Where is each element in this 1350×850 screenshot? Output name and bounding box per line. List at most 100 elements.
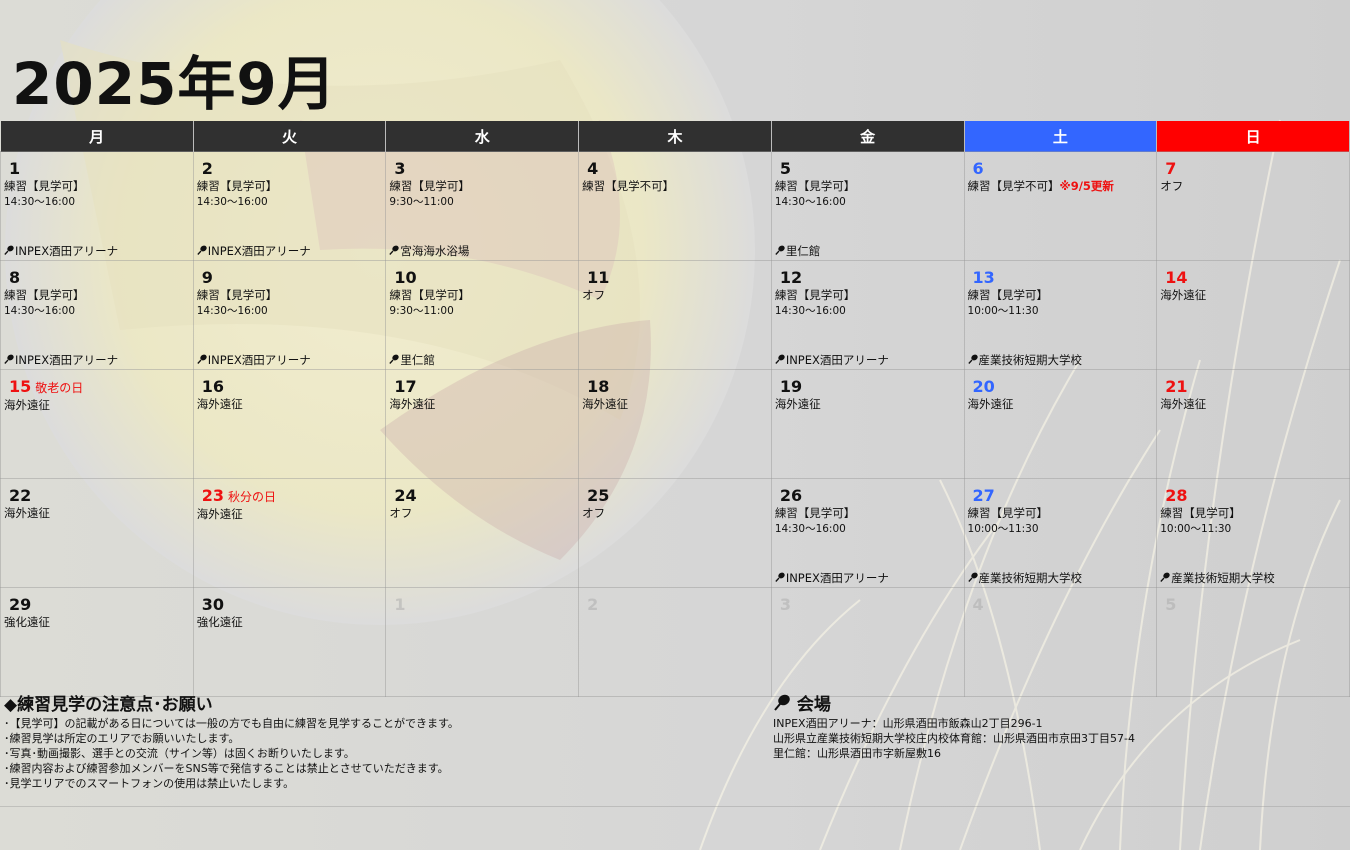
note-line: ･【見学可】の記載がある日については一般の方でも自由に練習を見学することができま… xyxy=(4,717,459,730)
venues-heading-text: 会場 xyxy=(796,695,831,715)
day-cell: 19 海外遠征 xyxy=(770,369,965,479)
event-time: 14:30〜16:00 xyxy=(196,196,268,208)
day-cell: 5 xyxy=(1156,587,1350,697)
day-cell: 22 海外遠征 xyxy=(0,478,194,588)
pin-icon xyxy=(4,354,14,364)
pin-icon xyxy=(389,354,400,364)
holiday-label: 秋分の日 xyxy=(227,490,276,504)
event-label: 練習【見学可】 xyxy=(4,179,85,193)
event-label: 海外遠征 xyxy=(4,506,50,520)
update-note: ※9/5更新 xyxy=(1059,179,1114,193)
event-venue: INPEX酒田アリーナ xyxy=(775,571,889,585)
day-number: 2 xyxy=(201,159,213,178)
footer-divider xyxy=(0,806,1350,807)
event-venue: INPEX酒田アリーナ xyxy=(4,244,118,258)
day-number: 26 xyxy=(779,486,803,505)
event-label: 練習【見学可】 xyxy=(774,288,856,302)
day-cell: 2 練習【見学可】 14:30〜16:00 INPEX酒田アリーナ xyxy=(192,151,387,261)
day-number: 7 xyxy=(1165,159,1177,178)
event-label: 海外遠征 xyxy=(774,397,821,411)
day-cell: 6 練習【見学不可】※9/5更新 xyxy=(963,151,1158,261)
day-cell: 14 海外遠征 xyxy=(1156,260,1350,370)
event-label: 練習【見学可】 xyxy=(774,179,856,193)
event-label: オフ xyxy=(582,506,606,520)
day-cell: 1 練習【見学可】 14:30〜16:00 INPEX酒田アリーナ xyxy=(0,151,194,261)
page-title: 2025年9月 xyxy=(12,50,337,118)
event-venue: 産業技術短期大学校 xyxy=(967,353,1082,367)
day-number: 5 xyxy=(1165,595,1177,614)
day-cell: 16 海外遠征 xyxy=(192,369,387,479)
pin-icon xyxy=(197,245,207,255)
event-label: オフ xyxy=(1160,179,1184,193)
day-number: 14 xyxy=(1165,268,1188,287)
event-label: 強化遠征 xyxy=(196,615,243,629)
calendar-grid: 月 火 水 木 金 土 日 1 練習【見学可】 14:30〜16:00 INPEX酒田… xyxy=(0,121,1350,697)
holiday-label: 敬老の日 xyxy=(35,381,84,395)
event-time: 9:30〜11:00 xyxy=(389,196,454,208)
event-time: 14:30〜16:00 xyxy=(774,523,846,535)
event-venue: INPEX酒田アリーナ xyxy=(4,353,118,367)
event-time: 14:30〜16:00 xyxy=(196,305,268,317)
pin-icon xyxy=(389,245,400,255)
event-label: 海外遠征 xyxy=(4,398,50,412)
day-number: 12 xyxy=(779,268,803,287)
day-cell: 29 強化遠征 xyxy=(0,587,194,697)
event-label: 練習【見学不可】 xyxy=(582,179,675,193)
day-cell: 28 練習【見学可】 10:00〜11:30 産業技術短期大学校 xyxy=(1156,478,1350,588)
pin-icon xyxy=(197,354,207,364)
day-number: 24 xyxy=(394,486,417,505)
weekday-thursday: 木 xyxy=(578,121,772,152)
pin-icon xyxy=(1160,572,1170,582)
week-row: 1 練習【見学可】 14:30〜16:00 INPEX酒田アリーナ 2 練習【見学可】 14… xyxy=(0,151,1350,261)
event-label: 練習【見学不可】※9/5更新 xyxy=(967,179,1114,193)
day-cell: 1 xyxy=(385,587,580,697)
day-cell: 3 練習【見学可】 9:30〜11:00 宮海海水浴場 xyxy=(385,151,580,261)
event-label: 練習【見学可】 xyxy=(389,179,470,193)
day-cell: 5 練習【見学可】 14:30〜16:00 里仁館 xyxy=(770,151,965,261)
day-number: 30 xyxy=(201,595,224,614)
day-cell: 21 海外遠征 xyxy=(1156,369,1350,479)
event-label: 海外遠征 xyxy=(196,397,243,411)
day-cell: 27 練習【見学可】 10:00〜11:30 産業技術短期大学校 xyxy=(963,478,1158,588)
day-number: 16 xyxy=(201,377,224,396)
venue-line: INPEX酒田アリーナ：山形県酒田市飯森山2丁目296-1 xyxy=(773,717,1043,730)
venue-line: 山形県立産業技術短期大学校庄内校体育館：山形県酒田市京田3丁目57-4 xyxy=(773,732,1135,745)
day-number: 10 xyxy=(394,268,417,287)
event-label: 練習【見学可】 xyxy=(774,506,856,520)
weekday-friday: 金 xyxy=(771,121,965,152)
day-number: 9 xyxy=(201,268,213,287)
day-number: 27 xyxy=(972,486,995,505)
event-time: 14:30〜16:00 xyxy=(774,305,846,317)
day-number: 2 xyxy=(587,595,599,614)
day-cell: 8 練習【見学可】 14:30〜16:00 INPEX酒田アリーナ xyxy=(0,260,194,370)
event-time: 10:00〜11:30 xyxy=(967,305,1039,317)
weekday-sunday: 日 xyxy=(1156,121,1350,152)
event-label: 強化遠征 xyxy=(4,615,50,629)
weekday-header-row: 月 火 水 木 金 土 日 xyxy=(0,121,1350,152)
week-row: 22 海外遠征 23 秋分の日 海外遠征 24 オフ 25 オフ 26 練習【見学可】 14:30〜1… xyxy=(0,478,1350,588)
event-venue: 宮海海水浴場 xyxy=(389,244,469,258)
day-number: 29 xyxy=(9,595,32,614)
event-venue: 里仁館 xyxy=(775,244,820,258)
event-venue: 産業技術短期大学校 xyxy=(967,571,1082,585)
day-cell: 25 オフ xyxy=(578,478,772,588)
day-number: 28 xyxy=(1165,486,1188,505)
venues-section: 会場 INPEX酒田アリーナ：山形県酒田市飯森山2丁目296-1 山形県立産業技… xyxy=(773,694,1333,761)
day-cell: 23 秋分の日 海外遠征 xyxy=(192,478,387,588)
event-label: 練習【見学可】 xyxy=(967,506,1049,520)
day-number: 19 xyxy=(779,377,803,396)
event-label: 海外遠征 xyxy=(582,397,629,411)
event-label: 練習【見学可】 xyxy=(967,288,1049,302)
pin-icon xyxy=(967,572,978,582)
weekday-monday: 月 xyxy=(0,121,194,152)
day-number: 1 xyxy=(394,595,406,614)
event-label: 海外遠征 xyxy=(196,507,243,521)
week-row: 29 強化遠征 30 強化遠征 1 2 3 4 5 xyxy=(0,587,1350,697)
pin-icon xyxy=(775,354,785,364)
day-cell: 30 強化遠征 xyxy=(192,587,387,697)
note-line: ･練習内容および練習参加メンバーをSNS等で発信することは禁止とさせていただきま… xyxy=(4,762,449,775)
day-number: 15 敬老の日 xyxy=(9,377,84,396)
event-label: 海外遠征 xyxy=(967,397,1014,411)
event-time: 14:30〜16:00 xyxy=(4,196,76,208)
event-label: 練習【見学可】 xyxy=(196,179,278,193)
